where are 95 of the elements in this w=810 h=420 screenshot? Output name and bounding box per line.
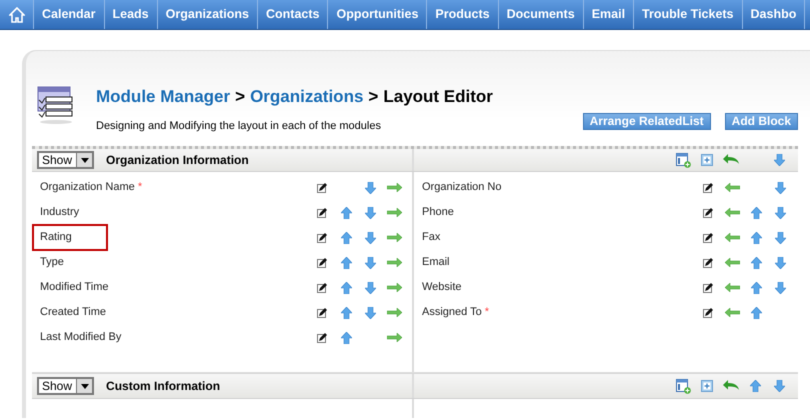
down-arrow-icon[interactable] — [364, 306, 376, 318]
down-arrow-icon[interactable] — [364, 232, 376, 244]
left-arrow-icon[interactable] — [724, 183, 740, 192]
left-arrow-icon[interactable] — [724, 308, 740, 317]
up-arrow-icon[interactable] — [750, 282, 762, 294]
field-label: Assigned To * — [422, 305, 490, 320]
nav-tab[interactable]: Opportunities — [328, 0, 428, 29]
edit-icon[interactable] — [317, 182, 327, 192]
edit-icon[interactable] — [703, 232, 713, 242]
up-arrow-icon[interactable] — [750, 256, 762, 268]
edit-icon[interactable] — [703, 208, 713, 218]
field-label: Industry — [40, 205, 80, 220]
down-arrow-icon[interactable] — [364, 282, 376, 294]
undo-icon[interactable] — [723, 380, 739, 392]
action-button[interactable]: Arrange RelatedList — [582, 113, 711, 130]
edit-icon[interactable] — [317, 208, 327, 218]
down-arrow-icon[interactable] — [774, 154, 784, 166]
nav-tab[interactable]: Documents — [498, 0, 584, 29]
down-arrow-icon[interactable] — [774, 232, 786, 244]
up-arrow-icon[interactable] — [340, 256, 352, 268]
right-arrow-icon[interactable] — [386, 233, 402, 242]
edit-icon[interactable] — [317, 332, 327, 342]
show-select[interactable]: Show — [37, 151, 94, 169]
up-arrow-icon[interactable] — [340, 332, 352, 344]
undo-icon[interactable] — [723, 154, 739, 166]
action-button[interactable]: Add Block — [724, 113, 798, 130]
up-arrow-icon[interactable] — [340, 282, 352, 294]
block-title: Custom Information — [106, 378, 220, 395]
down-arrow-icon[interactable] — [774, 206, 786, 218]
down-arrow-icon[interactable] — [364, 182, 376, 194]
down-arrow-icon[interactable] — [774, 182, 786, 194]
breadcrumb-separator: > — [368, 86, 378, 108]
field-label: Last Modified By — [40, 330, 122, 346]
field-label: Website — [422, 280, 463, 296]
down-arrow-icon[interactable] — [774, 256, 786, 268]
edit-icon[interactable] — [317, 282, 327, 292]
field-label: Type — [40, 255, 65, 270]
breadcrumb-link[interactable]: Module Manager — [96, 84, 230, 110]
field-label: Created Time — [40, 305, 108, 320]
edit-icon[interactable] — [317, 232, 327, 242]
down-arrow-icon[interactable] — [364, 206, 376, 218]
edit-icon[interactable] — [703, 308, 713, 318]
block-title: Organization Information — [106, 152, 249, 169]
add-field-icon[interactable] — [676, 152, 690, 168]
field-label: Phone — [422, 205, 455, 220]
nav-tab[interactable]: Email — [584, 0, 634, 29]
field-label: Organization No — [422, 180, 502, 196]
up-arrow-icon[interactable] — [340, 306, 352, 318]
left-arrow-icon[interactable] — [724, 208, 740, 217]
field-label: Modified Time — [40, 280, 110, 296]
left-arrow-icon[interactable] — [724, 283, 740, 292]
nav-tab[interactable]: Contacts — [258, 0, 328, 29]
down-arrow-icon[interactable] — [774, 282, 786, 294]
up-arrow-icon[interactable] — [750, 306, 762, 318]
nav-tab[interactable]: Organizations — [158, 0, 258, 29]
up-arrow-icon[interactable] — [750, 206, 762, 218]
page-description: Designing and Modifying the layout in each of the modules — [96, 118, 382, 134]
breadcrumb-link[interactable]: Organizations — [250, 84, 364, 110]
up-arrow-icon[interactable] — [750, 232, 762, 244]
caret-icon — [80, 384, 89, 388]
add-field-icon[interactable] — [676, 378, 690, 394]
field-label: Rating — [32, 224, 108, 251]
edit-icon[interactable] — [703, 182, 713, 192]
show-select[interactable]: Show — [37, 377, 94, 395]
up-arrow-icon[interactable] — [340, 232, 352, 244]
down-arrow-icon[interactable] — [774, 380, 784, 392]
down-arrow-icon[interactable] — [364, 256, 376, 268]
edit-icon[interactable] — [703, 282, 713, 292]
up-arrow-icon[interactable] — [340, 206, 352, 218]
nav-tab[interactable]: Leads — [104, 0, 158, 29]
right-arrow-icon[interactable] — [386, 208, 402, 217]
caret-icon — [80, 158, 89, 162]
breadcrumb-separator: > — [235, 86, 246, 108]
right-arrow-icon[interactable] — [386, 183, 402, 192]
field-label: Fax — [422, 230, 442, 246]
edit-icon[interactable] — [317, 258, 327, 268]
plus-square-icon[interactable] — [701, 380, 713, 392]
field-label: Organization Name * — [40, 180, 144, 196]
right-arrow-icon[interactable] — [386, 283, 402, 292]
nav-tab[interactable]: Dashbo — [742, 0, 806, 29]
edit-icon[interactable] — [317, 308, 327, 318]
up-arrow-icon[interactable] — [750, 380, 760, 392]
left-arrow-icon[interactable] — [724, 258, 740, 267]
plus-square-icon[interactable] — [701, 154, 713, 166]
edit-icon[interactable] — [703, 258, 713, 268]
field-label: Email — [422, 255, 451, 270]
home-icon[interactable] — [8, 6, 24, 22]
nav-tab[interactable]: Products — [427, 0, 499, 29]
right-arrow-icon[interactable] — [386, 308, 402, 317]
breadcrumb-current: Layout Editor — [383, 86, 493, 108]
nav-tab[interactable]: Calendar — [34, 0, 104, 29]
left-arrow-icon[interactable] — [724, 233, 740, 242]
right-arrow-icon[interactable] — [386, 333, 402, 342]
right-arrow-icon[interactable] — [386, 258, 402, 267]
nav-tab[interactable]: Trouble Tickets — [634, 0, 743, 29]
